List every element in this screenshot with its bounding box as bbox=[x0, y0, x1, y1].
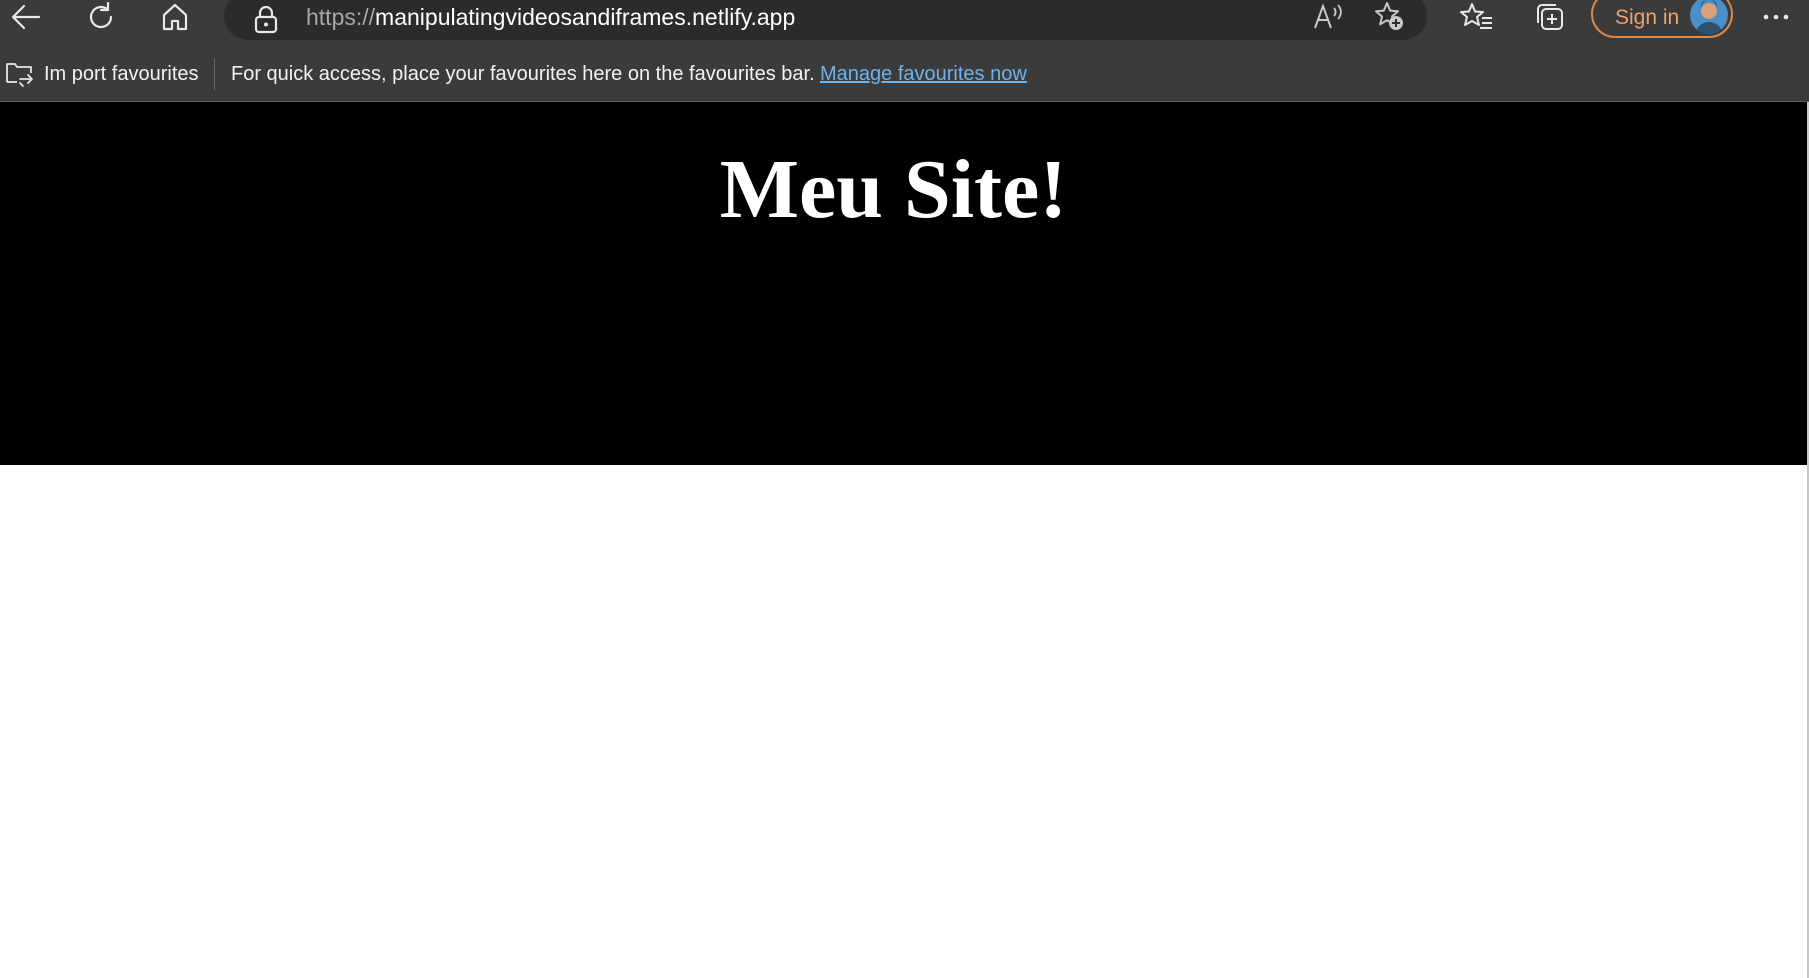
collections-icon bbox=[1537, 4, 1563, 30]
page-title: Meu Site! bbox=[719, 143, 1068, 236]
refresh-icon bbox=[89, 2, 113, 29]
collections-button[interactable] bbox=[1530, 0, 1570, 34]
more-icon bbox=[1763, 14, 1789, 20]
manage-favourites-link[interactable]: Manage favourites now bbox=[820, 62, 1027, 86]
star-plus-icon[interactable] bbox=[1371, 0, 1407, 34]
browser-toolbar: https://manipulatingvideosandiframes.net… bbox=[0, 0, 1809, 48]
favourites-button[interactable] bbox=[1456, 0, 1496, 34]
favourites-divider bbox=[214, 58, 215, 90]
more-button[interactable] bbox=[1756, 0, 1796, 34]
address-bar[interactable]: https://manipulatingvideosandiframes.net… bbox=[224, 0, 1427, 40]
read-aloud-icon[interactable] bbox=[1310, 0, 1346, 34]
favourites-bar: Im port favourites For quick access, pla… bbox=[0, 48, 1809, 102]
url-text[interactable]: https://manipulatingvideosandiframes.net… bbox=[306, 4, 795, 30]
site-header: Meu Site! bbox=[0, 102, 1809, 465]
sign-in-button[interactable]: Sign in bbox=[1591, 0, 1733, 38]
back-button[interactable] bbox=[6, 0, 46, 34]
url-host: manipulatingvideosandiframes.netlify.app bbox=[375, 4, 796, 30]
import-favourites-icon[interactable] bbox=[4, 58, 34, 93]
lock-icon[interactable] bbox=[254, 5, 278, 39]
favourites-bar-message: For quick access, place your favourites … bbox=[231, 63, 815, 85]
sign-in-label: Sign in bbox=[1615, 6, 1680, 29]
favourites-icon bbox=[1460, 3, 1492, 29]
avatar bbox=[1690, 0, 1728, 34]
url-protocol: https:// bbox=[306, 4, 376, 30]
home-button[interactable] bbox=[155, 0, 195, 34]
home-icon bbox=[162, 3, 188, 31]
refresh-button[interactable] bbox=[81, 0, 121, 34]
arrow-left-icon bbox=[11, 4, 41, 30]
import-favourites-button[interactable]: Im port favourites bbox=[44, 62, 199, 86]
